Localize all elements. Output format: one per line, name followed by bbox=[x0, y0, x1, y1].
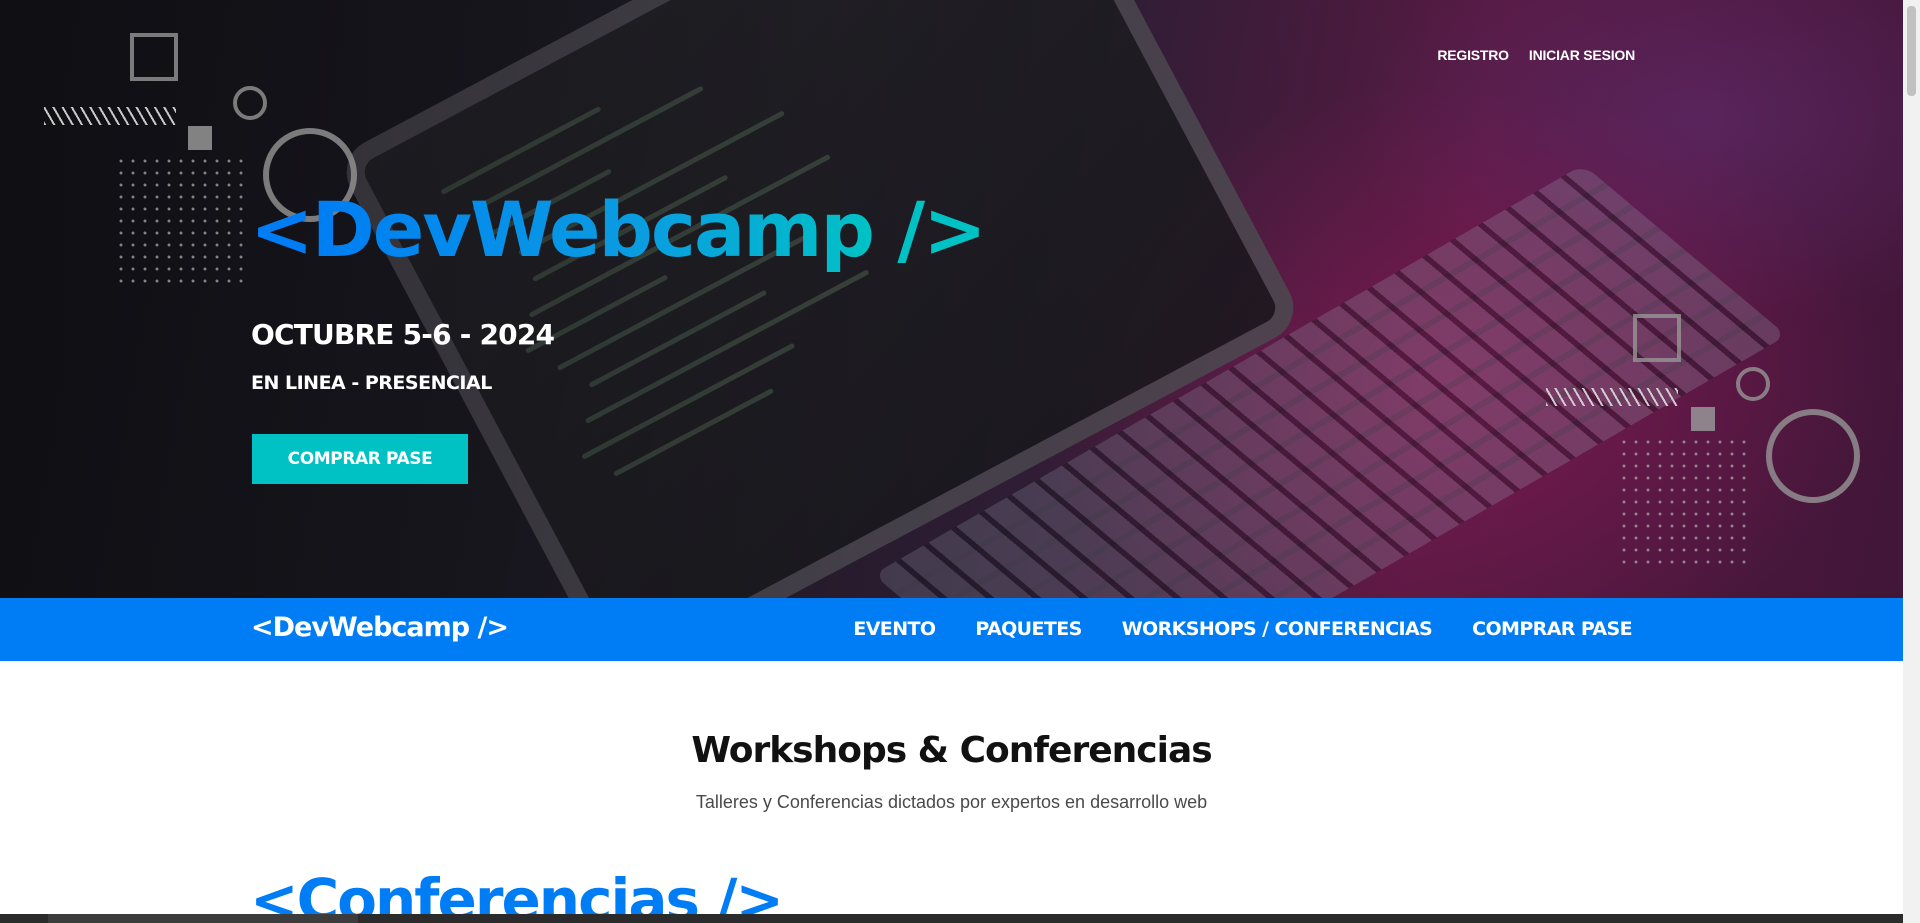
section-description: Talleres y Conferencias dictados por exp… bbox=[695, 792, 1208, 812]
decorative-dot-grid bbox=[1618, 436, 1750, 566]
auth-nav: REGISTRO INICIAR SESION bbox=[1437, 47, 1635, 63]
bottom-bar bbox=[0, 914, 1903, 923]
decorative-stripes bbox=[1546, 388, 1678, 406]
decorative-square-outline bbox=[130, 33, 178, 81]
section-title: Workshops & Conferencias bbox=[691, 730, 1212, 771]
decorative-square-filled bbox=[1691, 407, 1715, 431]
nav-item-comprar-pase[interactable]: COMPRAR PASE bbox=[1472, 618, 1632, 640]
register-link[interactable]: REGISTRO bbox=[1437, 47, 1509, 63]
main-navbar: <DevWebcamp /> EVENTO PAQUETES WORKSHOPS… bbox=[0, 598, 1903, 661]
decorative-circle-small bbox=[233, 86, 267, 120]
hero-header: REGISTRO INICIAR SESION <DevWebcamp /> O… bbox=[0, 0, 1903, 598]
event-mode: EN LINEA - PRESENCIAL bbox=[251, 372, 492, 394]
nav-item-paquetes[interactable]: PAQUETES bbox=[975, 618, 1082, 640]
login-link[interactable]: INICIAR SESION bbox=[1529, 47, 1635, 63]
main-nav: EVENTO PAQUETES WORKSHOPS / CONFERENCIAS… bbox=[853, 618, 1632, 640]
hero-logo-close: /> bbox=[872, 185, 986, 274]
event-date: OCTUBRE 5-6 - 2024 bbox=[251, 318, 555, 351]
nav-item-workshops-conferencias[interactable]: WORKSHOPS / CONFERENCIAS bbox=[1122, 618, 1433, 640]
hero-logo-open: < bbox=[250, 185, 314, 274]
decorative-circle-small bbox=[1736, 367, 1770, 401]
decorative-square-filled bbox=[188, 126, 212, 150]
hero-logo-name: DevWebcamp bbox=[311, 185, 875, 274]
hero-logo[interactable]: <DevWebcamp /> bbox=[250, 192, 987, 268]
buy-pass-button[interactable]: COMPRAR PASE bbox=[252, 434, 468, 484]
decorative-square-outline bbox=[1633, 314, 1681, 362]
decorative-circle-large bbox=[1766, 409, 1860, 503]
bottom-bar-segment bbox=[48, 914, 358, 923]
navbar-logo[interactable]: <DevWebcamp /> bbox=[251, 612, 509, 643]
decorative-dot-grid bbox=[115, 155, 247, 285]
scrollbar-thumb[interactable] bbox=[1907, 6, 1916, 96]
decorative-stripes bbox=[44, 107, 176, 125]
vertical-scrollbar[interactable] bbox=[1903, 0, 1920, 923]
nav-item-evento[interactable]: EVENTO bbox=[853, 618, 936, 640]
